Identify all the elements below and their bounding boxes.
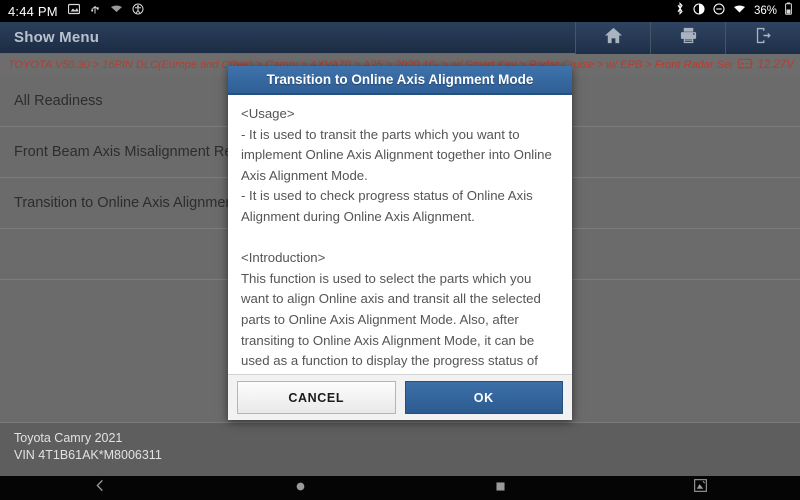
header-actions — [575, 21, 800, 54]
dialog-title: Transition to Online Axis Alignment Mode — [228, 66, 572, 95]
do-not-disturb-icon — [713, 2, 725, 20]
home-icon — [604, 26, 623, 50]
transition-dialog: Transition to Online Axis Alignment Mode… — [228, 66, 572, 420]
wifi-icon — [733, 2, 746, 20]
ok-button[interactable]: OK — [404, 381, 563, 414]
tablet-screen: 4:44 PM 36% Show Menu TOYOTA V50.30 > 16… — [0, 0, 800, 500]
vehicle-info-footer: Toyota Camry 2021 VIN 4T1B61AK*M8006311 — [0, 422, 800, 476]
brightness-icon — [693, 2, 705, 20]
screenshot-icon — [67, 2, 80, 20]
exit-icon — [754, 26, 773, 50]
status-left-icons — [67, 2, 144, 20]
battery-voltage-icon — [737, 56, 753, 74]
chevron-left-icon — [94, 479, 107, 497]
circle-icon — [295, 479, 306, 497]
print-button[interactable] — [650, 21, 725, 54]
printer-icon — [679, 26, 698, 50]
status-time: 4:44 PM — [8, 3, 58, 19]
vehicle-name: Toyota Camry 2021 — [14, 431, 123, 445]
battery-icon — [785, 2, 792, 20]
nav-recents-button[interactable] — [400, 479, 600, 497]
square-icon — [495, 479, 506, 497]
usb-icon — [89, 2, 101, 20]
android-nav-bar — [0, 476, 800, 500]
page-title: Show Menu — [14, 29, 100, 46]
screenshot-icon — [693, 479, 707, 497]
dialog-body-text: <Usage> - It is used to transit the part… — [241, 106, 552, 374]
home-button[interactable] — [575, 21, 650, 54]
app-header: Show Menu — [0, 21, 800, 54]
voltage-indicator: 12.27V — [732, 56, 794, 74]
bluetooth-icon — [675, 2, 685, 20]
nav-screenshot-button[interactable] — [600, 479, 800, 497]
cast-icon — [110, 2, 123, 20]
status-right-icons: 36% — [675, 2, 792, 20]
vehicle-vin: VIN 4T1B61AK*M8006311 — [14, 448, 162, 462]
voltage-value: 12.27V — [757, 59, 794, 71]
android-status-bar: 4:44 PM 36% — [0, 0, 800, 22]
nav-home-button[interactable] — [200, 479, 400, 497]
cancel-button[interactable]: CANCEL — [237, 381, 396, 414]
battery-percent: 36% — [753, 5, 777, 17]
accessibility-icon — [132, 2, 144, 20]
nav-back-button[interactable] — [0, 479, 200, 497]
exit-button[interactable] — [725, 21, 800, 54]
dialog-actions: CANCEL OK — [228, 374, 572, 420]
